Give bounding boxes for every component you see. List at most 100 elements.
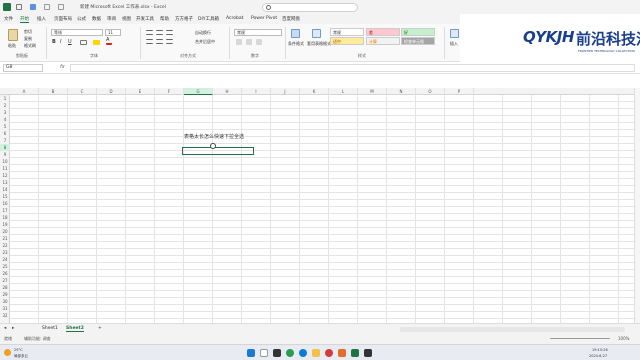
formula-input[interactable]: [70, 64, 635, 72]
format-as-table-icon[interactable]: [312, 29, 321, 38]
row-header-19[interactable]: 19: [0, 221, 10, 228]
row-header-25[interactable]: 25: [0, 263, 10, 270]
insert-cells-icon[interactable]: [450, 29, 459, 38]
app-icon-dark[interactable]: [364, 349, 372, 357]
style-normal[interactable]: 常规: [330, 28, 364, 36]
column-header-n[interactable]: N: [387, 88, 416, 95]
row-header-17[interactable]: 17: [0, 207, 10, 214]
format-painter-button[interactable]: 格式刷: [24, 43, 36, 49]
sheet-tab-sheet1[interactable]: Sheet1: [42, 326, 58, 331]
redo-icon[interactable]: [58, 4, 64, 10]
column-header-o[interactable]: O: [416, 88, 445, 95]
fx-icon[interactable]: fx: [60, 64, 65, 70]
tab-review[interactable]: 审阅: [107, 16, 116, 22]
tab-data[interactable]: 数据: [92, 16, 101, 22]
name-box[interactable]: G8: [3, 64, 43, 72]
paste-icon[interactable]: [8, 29, 18, 41]
align-right-icon[interactable]: [166, 39, 173, 44]
search-taskbar-icon[interactable]: [260, 349, 268, 357]
align-left-icon[interactable]: [146, 39, 153, 44]
column-header-b[interactable]: B: [39, 88, 68, 95]
search-input[interactable]: [262, 3, 358, 12]
undo-icon[interactable]: [44, 4, 50, 10]
align-middle-icon[interactable]: [156, 30, 163, 35]
row-header-21[interactable]: 21: [0, 235, 10, 242]
align-bottom-icon[interactable]: [166, 30, 173, 35]
row-header-2[interactable]: 2: [0, 102, 10, 109]
row-header-23[interactable]: 23: [0, 249, 10, 256]
row-header-8[interactable]: 8: [0, 144, 10, 151]
row-header-1[interactable]: 1: [0, 95, 10, 102]
row-header-10[interactable]: 10: [0, 158, 10, 165]
row-header-3[interactable]: 3: [0, 109, 10, 116]
column-header-g[interactable]: G: [184, 88, 213, 95]
tab-view[interactable]: 视图: [122, 16, 131, 22]
tab-baidu-netdisk[interactable]: 百度网盘: [282, 16, 300, 22]
windows-start-icon[interactable]: [247, 349, 255, 357]
cut-button[interactable]: 剪切: [24, 29, 32, 35]
chrome-icon[interactable]: [286, 349, 294, 357]
conditional-format-button[interactable]: 条件格式: [288, 41, 304, 47]
autosave-icon[interactable]: [16, 4, 22, 10]
underline-icon[interactable]: U: [68, 39, 73, 45]
tab-help[interactable]: 帮助: [160, 16, 169, 22]
style-good[interactable]: 好: [401, 28, 435, 36]
font-size-select[interactable]: 11: [105, 29, 121, 36]
row-header-13[interactable]: 13: [0, 179, 10, 186]
bold-icon[interactable]: B: [52, 39, 57, 45]
tab-diy-toolbox[interactable]: DIY工具箱: [198, 16, 219, 22]
column-header-k[interactable]: K: [300, 88, 329, 95]
vertical-scrollbar[interactable]: [634, 88, 640, 323]
row-header-15[interactable]: 15: [0, 193, 10, 200]
horizontal-scrollbar[interactable]: [400, 327, 625, 332]
column-header-d[interactable]: D: [97, 88, 126, 95]
task-view-icon[interactable]: [273, 349, 281, 357]
row-header-16[interactable]: 16: [0, 200, 10, 207]
row-header-20[interactable]: 20: [0, 228, 10, 235]
zoom-level[interactable]: 100%: [618, 336, 629, 341]
tab-acrobat[interactable]: Acrobat: [226, 16, 243, 21]
tab-developer[interactable]: 开发工具: [136, 16, 154, 22]
column-header-e[interactable]: E: [126, 88, 155, 95]
app-icon-orange[interactable]: [338, 349, 346, 357]
column-header-f[interactable]: F: [155, 88, 184, 95]
worksheet-grid[interactable]: [10, 95, 634, 323]
weather-icon[interactable]: [4, 349, 11, 356]
tab-formulas[interactable]: 公式: [77, 16, 86, 22]
row-header-5[interactable]: 5: [0, 123, 10, 130]
sheet-nav-next-icon[interactable]: ▸: [12, 326, 14, 331]
currency-icon[interactable]: [236, 39, 242, 45]
row-header-14[interactable]: 14: [0, 186, 10, 193]
tab-page-layout[interactable]: 页面布局: [54, 16, 72, 22]
add-sheet-button[interactable]: +: [98, 326, 102, 331]
app-icon-red[interactable]: [325, 349, 333, 357]
column-header-i[interactable]: I: [242, 88, 271, 95]
copy-button[interactable]: 复制: [24, 36, 32, 42]
align-top-icon[interactable]: [146, 30, 153, 35]
tab-insert[interactable]: 插入: [37, 16, 46, 22]
edge-icon[interactable]: [299, 349, 307, 357]
column-header-a[interactable]: A: [10, 88, 39, 95]
fill-color-icon[interactable]: [93, 40, 100, 45]
zoom-slider[interactable]: [550, 338, 610, 339]
row-header-4[interactable]: 4: [0, 116, 10, 123]
clock-time[interactable]: 19:15:26: [592, 348, 608, 352]
wrap-text-button[interactable]: 自动换行: [195, 30, 211, 36]
accessibility-status[interactable]: 辅助功能: 调查: [24, 336, 51, 342]
sheet-tab-sheet2[interactable]: Sheet2: [66, 326, 84, 332]
row-header-32[interactable]: 32: [0, 312, 10, 319]
align-center-icon[interactable]: [156, 39, 163, 44]
column-header-j[interactable]: J: [271, 88, 300, 95]
row-header-18[interactable]: 18: [0, 214, 10, 221]
row-header-28[interactable]: 28: [0, 284, 10, 291]
row-header-26[interactable]: 26: [0, 270, 10, 277]
column-header-h[interactable]: H: [213, 88, 242, 95]
format-as-table-button[interactable]: 套用表格格式: [307, 41, 331, 47]
row-header-24[interactable]: 24: [0, 256, 10, 263]
insert-cells-button[interactable]: 插入: [450, 41, 458, 47]
tab-power-pivot[interactable]: Power Pivot: [251, 16, 277, 21]
style-check-cell[interactable]: 检查单元格: [401, 37, 435, 45]
file-explorer-icon[interactable]: [312, 349, 320, 357]
style-bad[interactable]: 差: [366, 28, 400, 36]
font-name-select[interactable]: 等线: [51, 29, 103, 36]
